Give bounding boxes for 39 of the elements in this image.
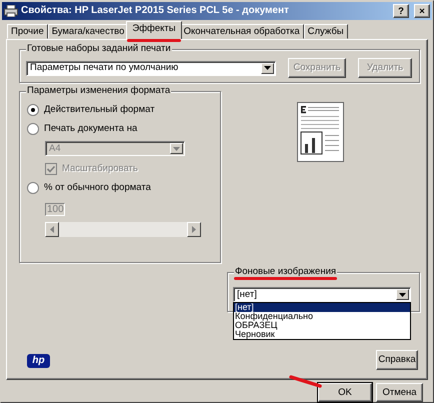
list-option[interactable]: Черновик	[234, 330, 410, 339]
close-button[interactable]: ×	[414, 4, 430, 18]
group-label: Готовые наборы заданий печати	[26, 43, 172, 54]
page-preview-drawing	[297, 102, 344, 162]
list-option[interactable]: [нет]	[234, 303, 410, 312]
list-option[interactable]: Конфиденциально	[234, 312, 410, 321]
ok-button[interactable]: OK	[318, 383, 372, 402]
caret-icon	[264, 66, 271, 70]
preset-dropdown[interactable]: Параметры печати по умолчанию	[26, 60, 276, 76]
tab[interactable]: Бумага/качество	[48, 24, 128, 39]
list-option[interactable]: ОБРАЗЕЦ	[234, 321, 410, 330]
arrow-left-icon	[50, 226, 54, 233]
tab[interactable]: Службы	[304, 24, 348, 39]
hp-logo: hp	[27, 354, 50, 368]
option-label: Действительный формат	[44, 104, 155, 116]
help-button[interactable]: ?	[393, 4, 409, 18]
help-button[interactable]: Справка	[376, 350, 418, 370]
group-label: Фоновые изображения	[234, 266, 338, 278]
printer-icon	[4, 5, 18, 17]
caret-icon	[399, 292, 406, 296]
tab[interactable]: Окончательная обработка	[180, 24, 304, 39]
radio-option[interactable]: Печать документа на	[27, 119, 220, 138]
radio-icon[interactable]	[27, 182, 39, 194]
caret-icon	[173, 146, 180, 150]
arrow-right-icon	[192, 226, 196, 233]
annotation-underline	[127, 39, 181, 42]
option-label: Масштабировать	[62, 162, 138, 174]
cancel-button[interactable]: Отмена	[376, 383, 423, 402]
option-label: % от обычного формата	[44, 182, 151, 194]
watermark-dropdown[interactable]: [нет]	[233, 287, 411, 302]
radio-icon[interactable]	[27, 122, 39, 134]
radio-option[interactable]: % от обычного формата	[27, 178, 220, 197]
group-label: Параметры изменения формата	[26, 85, 172, 96]
window-title: Свойства: HP LaserJet P2015 Series PCL 5e - документ	[21, 5, 290, 17]
tab[interactable]: Эффекты	[126, 21, 182, 39]
radio-option[interactable]: Действительный формат	[27, 100, 220, 119]
tab[interactable]: Прочие	[7, 24, 48, 39]
radio-icon[interactable]	[27, 104, 39, 116]
option-label: Печать документа на	[44, 122, 138, 134]
